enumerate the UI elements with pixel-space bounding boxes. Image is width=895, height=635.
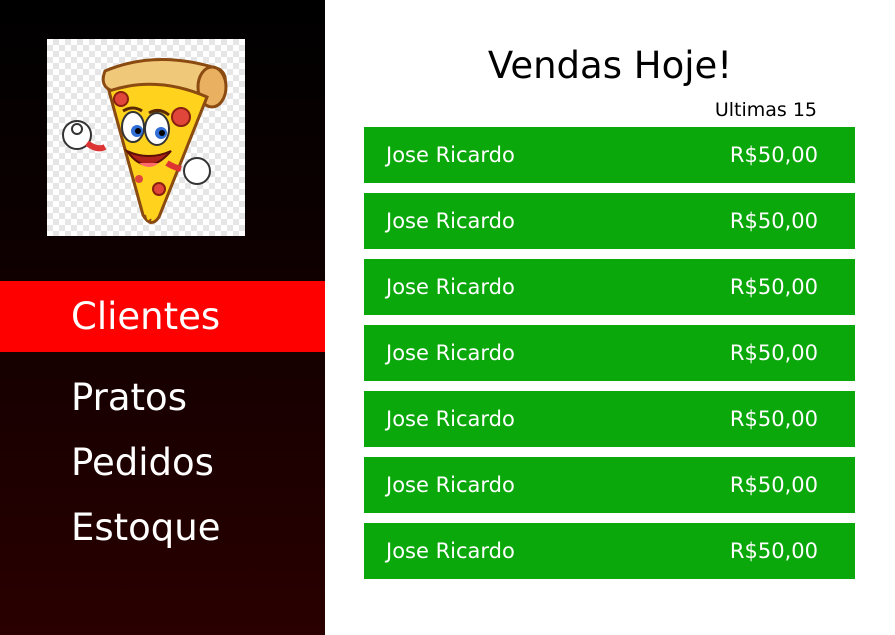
sale-amount: R$50,00: [729, 341, 818, 365]
sales-list: Jose Ricardo R$50,00 Jose Ricardo R$50,0…: [364, 127, 855, 589]
sale-customer-name: Jose Ricardo: [386, 209, 515, 233]
sidebar-item-clientes[interactable]: Clientes: [0, 281, 325, 352]
sale-row[interactable]: Jose Ricardo R$50,00: [364, 127, 855, 183]
sale-customer-name: Jose Ricardo: [386, 341, 515, 365]
pizza-mascot-icon: [62, 57, 228, 224]
sidebar: Clientes Pratos Pedidos Estoque: [0, 0, 325, 635]
page-title: Vendas Hoje!: [487, 44, 733, 87]
sales-subtitle: Ultimas 15: [714, 99, 817, 121]
sale-row[interactable]: Jose Ricardo R$50,00: [364, 457, 855, 513]
sale-customer-name: Jose Ricardo: [386, 407, 515, 431]
sale-row[interactable]: Jose Ricardo R$50,00: [364, 391, 855, 447]
sidebar-item-pratos[interactable]: Pratos: [0, 379, 325, 416]
sale-customer-name: Jose Ricardo: [386, 143, 515, 167]
pizza-mascot-logo: [47, 39, 245, 236]
sale-amount: R$50,00: [729, 209, 818, 233]
sale-amount: R$50,00: [729, 143, 818, 167]
sale-row[interactable]: Jose Ricardo R$50,00: [364, 193, 855, 249]
sidebar-item-estoque[interactable]: Estoque: [0, 509, 325, 546]
sale-amount: R$50,00: [729, 407, 818, 431]
sale-amount: R$50,00: [729, 473, 818, 497]
sale-customer-name: Jose Ricardo: [386, 473, 515, 497]
sale-row[interactable]: Jose Ricardo R$50,00: [364, 523, 855, 579]
sale-amount: R$50,00: [729, 275, 818, 299]
sidebar-item-pedidos[interactable]: Pedidos: [0, 444, 325, 481]
sale-row[interactable]: Jose Ricardo R$50,00: [364, 325, 855, 381]
sale-amount: R$50,00: [729, 539, 818, 563]
sale-customer-name: Jose Ricardo: [386, 539, 515, 563]
sale-customer-name: Jose Ricardo: [386, 275, 515, 299]
sale-row[interactable]: Jose Ricardo R$50,00: [364, 259, 855, 315]
